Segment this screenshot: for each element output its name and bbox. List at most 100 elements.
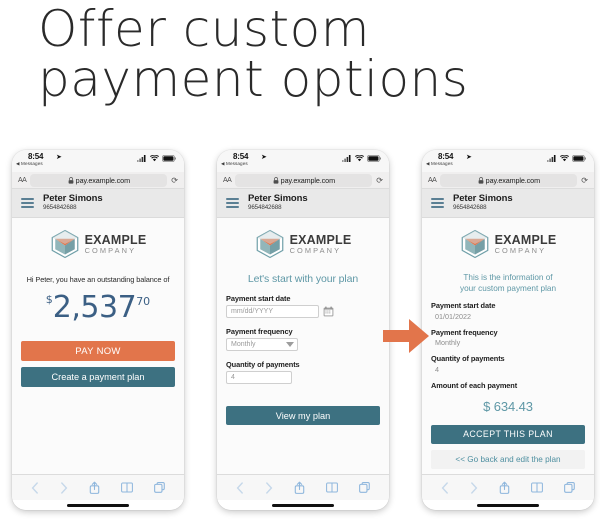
- battery-icon: [367, 155, 381, 162]
- chevron-left-icon[interactable]: [31, 481, 39, 494]
- status-bar-back-label: Messages: [226, 161, 248, 166]
- calendar-icon[interactable]: [323, 306, 334, 317]
- share-icon[interactable]: [89, 481, 100, 494]
- status-bar-back-label: Messages: [21, 161, 43, 166]
- status-bar-back-app[interactable]: ◀ Messages: [426, 161, 453, 167]
- home-indicator: [12, 500, 184, 510]
- lock-icon: [478, 176, 484, 184]
- pay-now-button[interactable]: PAY NOW: [21, 341, 175, 361]
- status-bar-back-app[interactable]: ◀ Messages: [16, 161, 43, 167]
- tabs-icon[interactable]: [359, 482, 371, 493]
- go-back-edit-plan-link[interactable]: << Go back and edit the plan: [431, 449, 585, 469]
- balance-cents: 70: [136, 295, 151, 308]
- chevron-right-icon[interactable]: [265, 481, 273, 494]
- cellular-signal-icon: [342, 155, 351, 162]
- customer-name: Peter Simons: [453, 193, 513, 204]
- hamburger-menu-icon[interactable]: [21, 197, 34, 209]
- company-logo-name: EXAMPLE: [289, 232, 352, 247]
- account-number: 9654842688: [43, 204, 77, 211]
- chevron-left-icon[interactable]: [236, 481, 244, 494]
- browser-url-bar: AA pay.example.com ⟳: [217, 172, 389, 189]
- value-quantity-of-payments: 4: [435, 364, 439, 374]
- label-quantity-of-payments: Quantity of payments: [431, 354, 505, 363]
- screen-plan-form: EXAMPLE COMPANY Let's start with your pl…: [217, 218, 389, 474]
- label-payment-start-date: Payment start date: [431, 301, 496, 310]
- label-payment-start-date: Payment start date: [226, 294, 291, 303]
- address-field[interactable]: pay.example.com: [30, 173, 168, 187]
- label-payment-frequency: Payment frequency: [431, 327, 498, 337]
- hamburger-menu-icon[interactable]: [431, 197, 444, 209]
- chevron-left-icon[interactable]: [441, 481, 449, 494]
- company-logo: EXAMPLE COMPANY: [21, 229, 175, 259]
- status-bar: 8:54 ➤ ◀ Messages: [422, 150, 594, 172]
- example-company-cube-logo: [461, 229, 488, 259]
- wifi-icon: [150, 155, 159, 162]
- customer-identity: Peter Simons 9654842688: [248, 194, 308, 212]
- chevron-right-icon[interactable]: [470, 481, 478, 494]
- company-logo-name: EXAMPLE: [494, 232, 557, 247]
- reload-icon[interactable]: ⟳: [171, 176, 178, 185]
- payment-frequency-value: Monthly: [231, 341, 256, 348]
- accept-plan-button[interactable]: ACCEPT THIS PLAN: [431, 424, 585, 444]
- chevron-right-icon[interactable]: [60, 481, 68, 494]
- customer-identity: Peter Simons 9654842688: [43, 194, 103, 212]
- plan-summary-heading: This is the information of your custom p…: [431, 272, 585, 294]
- phone-mockup-balance: 8:54 ➤ ◀ Messages AA pay.example.com ⟳ P…: [12, 150, 184, 510]
- status-bar-time: 8:54: [28, 152, 44, 161]
- url-text: pay.example.com: [485, 175, 540, 185]
- reload-icon[interactable]: ⟳: [376, 176, 383, 185]
- browser-url-bar: AA pay.example.com ⟳: [12, 172, 184, 189]
- browser-toolbar: [422, 474, 594, 500]
- customer-name: Peter Simons: [248, 193, 308, 204]
- url-text: pay.example.com: [75, 175, 130, 185]
- reload-icon[interactable]: ⟳: [581, 176, 588, 185]
- company-logo-text: EXAMPLE COMPANY: [290, 234, 352, 255]
- create-payment-plan-button[interactable]: Create a payment plan: [21, 367, 175, 387]
- label-amount-each-payment: Amount of each payment: [431, 380, 518, 390]
- quantity-of-payments-input[interactable]: 4: [226, 371, 292, 384]
- share-icon[interactable]: [499, 481, 510, 494]
- address-field[interactable]: pay.example.com: [235, 173, 373, 187]
- account-number: 9654842688: [453, 204, 487, 211]
- payment-start-date-input[interactable]: mm/dd/YYYY: [226, 305, 319, 318]
- balance-whole: 2,537: [52, 290, 137, 325]
- view-my-plan-button[interactable]: View my plan: [226, 406, 380, 425]
- screen-plan-summary: EXAMPLE COMPANY This is the information …: [422, 218, 594, 474]
- plan-summary-heading-line-1: This is the information of: [463, 273, 553, 282]
- cellular-signal-icon: [137, 155, 146, 162]
- tabs-icon[interactable]: [564, 482, 576, 493]
- location-arrow-icon: ➤: [466, 153, 472, 161]
- book-icon[interactable]: [121, 482, 134, 493]
- lock-icon: [273, 176, 279, 184]
- hamburger-menu-icon[interactable]: [226, 197, 239, 209]
- book-icon[interactable]: [326, 482, 339, 493]
- tabs-icon[interactable]: [154, 482, 166, 493]
- label-payment-frequency: Payment frequency: [226, 327, 293, 336]
- example-company-cube-logo: [51, 229, 78, 259]
- balance-currency-symbol: $: [45, 293, 53, 306]
- home-indicator: [422, 500, 594, 510]
- payment-frequency-select[interactable]: Monthly: [226, 338, 298, 351]
- share-icon[interactable]: [294, 481, 305, 494]
- flow-arrow: [383, 315, 431, 362]
- text-size-button[interactable]: AA: [223, 177, 232, 184]
- address-field[interactable]: pay.example.com: [440, 173, 578, 187]
- status-bar-back-app[interactable]: ◀ Messages: [221, 161, 248, 167]
- text-size-button[interactable]: AA: [18, 177, 27, 184]
- wifi-icon: [355, 155, 364, 162]
- company-logo-tagline: COMPANY: [289, 246, 342, 256]
- location-arrow-icon: ➤: [56, 153, 62, 161]
- battery-icon: [572, 155, 586, 162]
- page-title-line-2: payment options: [38, 50, 469, 108]
- account-number: 9654842688: [248, 204, 282, 211]
- wifi-icon: [560, 155, 569, 162]
- status-bar-indicators: [547, 155, 586, 162]
- status-bar: 8:54 ➤ ◀ Messages: [12, 150, 184, 172]
- book-icon[interactable]: [531, 482, 544, 493]
- phone-mockup-plan-summary: 8:54 ➤ ◀ Messages AA pay.example.com ⟳ P…: [422, 150, 594, 510]
- url-text: pay.example.com: [280, 175, 335, 185]
- text-size-button[interactable]: AA: [428, 177, 437, 184]
- app-header: Peter Simons 9654842688: [217, 189, 389, 218]
- right-arrow-icon: [383, 319, 429, 353]
- status-bar: 8:54 ➤ ◀ Messages: [217, 150, 389, 172]
